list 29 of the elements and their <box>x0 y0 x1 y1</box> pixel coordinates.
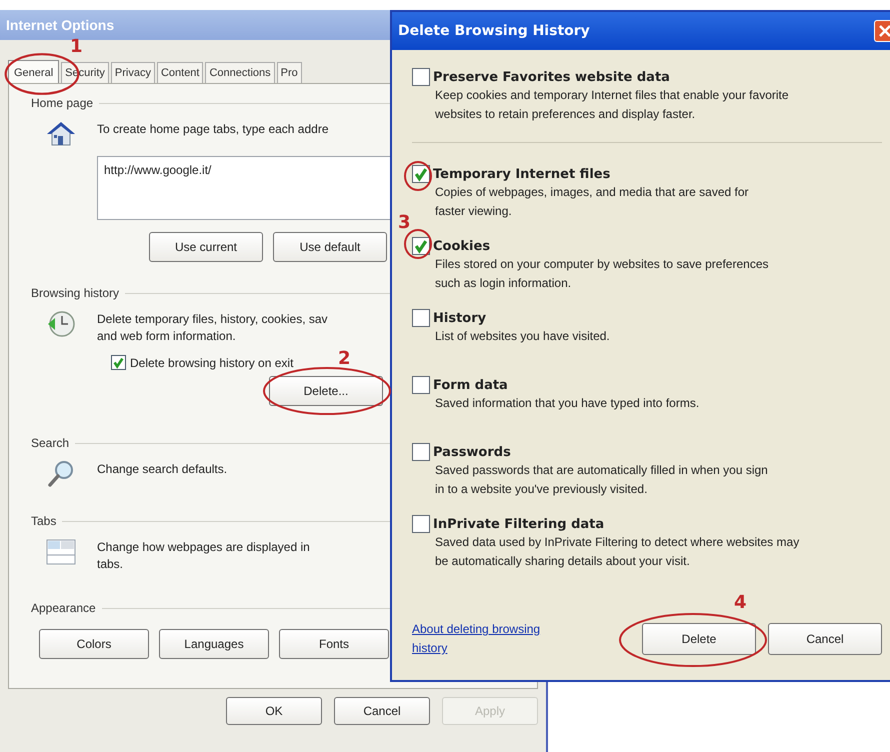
option-title: Preserve Favorites website data <box>433 70 670 84</box>
option-description: Saved information that you have typed into forms. <box>435 395 700 412</box>
section-heading: Browsing history <box>31 286 120 300</box>
option-description: List of websites you have visited. <box>435 328 611 345</box>
section-heading: Appearance <box>31 601 96 615</box>
option-description: Saved passwords that are automatically filled in when you sign in to a website you've previously visited. <box>435 462 769 498</box>
window-title: Delete Browsing History <box>398 23 590 39</box>
section-heading: Search <box>31 436 70 450</box>
option-description: Keep cookies and temporary Internet files that enable your favorite websites to retain preferences and display faster. <box>435 87 790 123</box>
section-heading: Tabs <box>31 514 56 528</box>
checkbox-label: Delete browsing history on exit <box>130 356 294 370</box>
step-number: 4 <box>734 592 747 613</box>
section-heading: Home page <box>31 96 94 110</box>
option-title: History <box>433 310 486 326</box>
home-page-description: To create home page tabs, type each addre <box>97 121 328 138</box>
option-title: Cookies <box>433 238 490 254</box>
option-title: Form data <box>433 378 508 392</box>
step-number: 1 <box>70 36 83 57</box>
window-title: Internet Options <box>6 17 114 33</box>
search-description: Change search defaults. <box>97 461 228 478</box>
option-description: Saved data used by InPrivate Filtering to detect where websites may be automatically sharing details about your visit. <box>435 534 800 570</box>
option-description: Copies of webpages, images, and media that are saved for faster viewing. <box>435 184 750 220</box>
option-title: Passwords <box>433 444 511 460</box>
option-title: InPrivate Filtering data <box>433 516 604 532</box>
tabs-description: Change how webpages are displayed in tabs. <box>97 539 310 573</box>
browsing-history-description: Delete temporary files, history, cookies, sav and web form information. <box>97 311 328 345</box>
step-number: 2 <box>338 348 351 369</box>
option-title: Temporary Internet files <box>433 166 610 182</box>
option-description: Files stored on your computer by websites to save preferences such as login information. <box>435 256 770 292</box>
